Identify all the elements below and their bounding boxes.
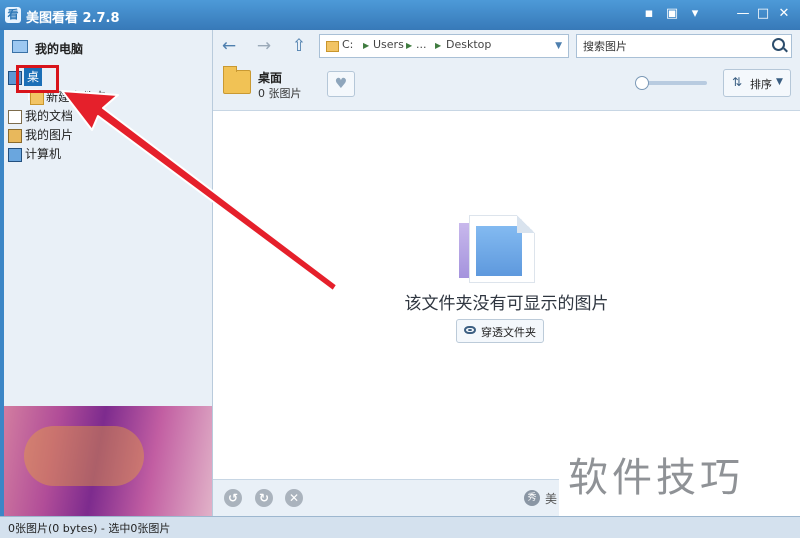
- watermark-text: 软件技巧: [568, 455, 744, 501]
- watermark: 软件技巧: [559, 415, 800, 516]
- status-text: 0张图片(0 bytes) - 选中0张图片: [8, 522, 171, 535]
- status-bar: 0张图片(0 bytes) - 选中0张图片: [0, 516, 800, 538]
- search-input[interactable]: [581, 37, 765, 55]
- sidebar-title: 我的电脑: [35, 42, 84, 56]
- delete-icon[interactable]: ✕: [285, 489, 303, 507]
- preview-blur: [24, 426, 144, 486]
- title-bar: 看 美图看看 2.7.8 ▪ ▣ ▾ — □ ✕: [0, 0, 800, 30]
- meitu-logo-icon[interactable]: 秀: [524, 490, 540, 506]
- empty-images-illustration-icon: [459, 215, 539, 283]
- tree-item-label: 我的图片: [25, 128, 74, 142]
- sidebar-header: 我的电脑: [4, 30, 212, 64]
- breadcrumb-separator-icon[interactable]: ▶: [363, 41, 369, 50]
- browse-subfolders-label: 穿透文件夹: [481, 326, 536, 339]
- zoom-slider-thumb[interactable]: [635, 76, 649, 90]
- folder-icon: [30, 91, 44, 105]
- illustration-page: [469, 215, 535, 283]
- app-logo-icon: 看: [5, 7, 21, 23]
- minimize-button[interactable]: —: [735, 6, 751, 22]
- sidebar: 我的电脑 桌面 新建文件夹 我的文档 我的图片 计算机: [4, 30, 213, 516]
- breadcrumb-separator-icon[interactable]: ▶: [435, 41, 441, 50]
- illustration-picture: [476, 226, 522, 276]
- skin-icon[interactable]: ▣: [664, 6, 680, 22]
- folder-icon: [326, 41, 339, 52]
- rotate-right-icon[interactable]: ↻: [255, 489, 273, 507]
- my-computer-icon: [12, 40, 28, 53]
- chevron-down-icon: ▼: [776, 77, 783, 87]
- eye-icon: [464, 326, 476, 334]
- zoom-slider[interactable]: [635, 76, 707, 90]
- window-title: 美图看看 2.7.8: [26, 11, 120, 26]
- search-icon[interactable]: [772, 38, 785, 51]
- breadcrumb-separator-icon[interactable]: ▶: [406, 41, 412, 50]
- empty-state-message: 该文件夹没有可显示的图片: [404, 294, 609, 314]
- illustration-page-fold: [517, 215, 535, 233]
- close-button[interactable]: ✕: [776, 6, 792, 22]
- brand-text[interactable]: 美: [545, 490, 557, 507]
- folder-icon: [223, 66, 251, 94]
- breadcrumb-desktop[interactable]: Desktop: [446, 38, 491, 51]
- breadcrumb-drive[interactable]: C:: [342, 38, 353, 51]
- computer-icon: [8, 148, 22, 162]
- preview-thumbnail: [4, 406, 212, 516]
- pictures-icon: [8, 129, 22, 143]
- sort-icon: ⇅: [732, 75, 743, 89]
- chat-icon[interactable]: ▪: [641, 6, 657, 22]
- image-count: 0 张图片: [258, 87, 302, 100]
- navigation-toolbar: ← → ⇧ C: ▶ Users ▶ ... ▶ Desktop ▼: [213, 30, 800, 62]
- folder-name: 桌面: [258, 71, 283, 85]
- breadcrumb-users[interactable]: Users: [373, 38, 404, 51]
- search-box: [576, 34, 792, 58]
- forward-arrow-icon[interactable]: →: [254, 36, 274, 56]
- folder-info-bar: 桌面 0 张图片 ♥ ⇅ 排序 ▼: [213, 62, 800, 111]
- sort-label: 排序: [750, 78, 772, 91]
- tree-item-label: 我的文档: [25, 109, 74, 123]
- annotation-highlight-box: [16, 65, 59, 93]
- address-bar[interactable]: C: ▶ Users ▶ ... ▶ Desktop ▼: [319, 34, 569, 58]
- back-arrow-icon[interactable]: ←: [219, 36, 239, 56]
- browse-subfolders-button[interactable]: 穿透文件夹: [456, 319, 544, 343]
- tree-item-label: 计算机: [25, 147, 62, 161]
- tshirt-icon[interactable]: ▾: [687, 6, 703, 22]
- breadcrumb-ellipsis[interactable]: ...: [416, 38, 427, 51]
- documents-icon: [8, 110, 22, 124]
- chevron-down-icon[interactable]: ▼: [555, 41, 562, 51]
- sort-button[interactable]: ⇅ 排序 ▼: [723, 69, 791, 97]
- rotate-left-icon[interactable]: ↺: [224, 489, 242, 507]
- favorite-heart-icon[interactable]: ♥: [327, 71, 355, 97]
- maximize-button[interactable]: □: [755, 6, 771, 22]
- up-folder-icon[interactable]: ⇧: [289, 36, 309, 56]
